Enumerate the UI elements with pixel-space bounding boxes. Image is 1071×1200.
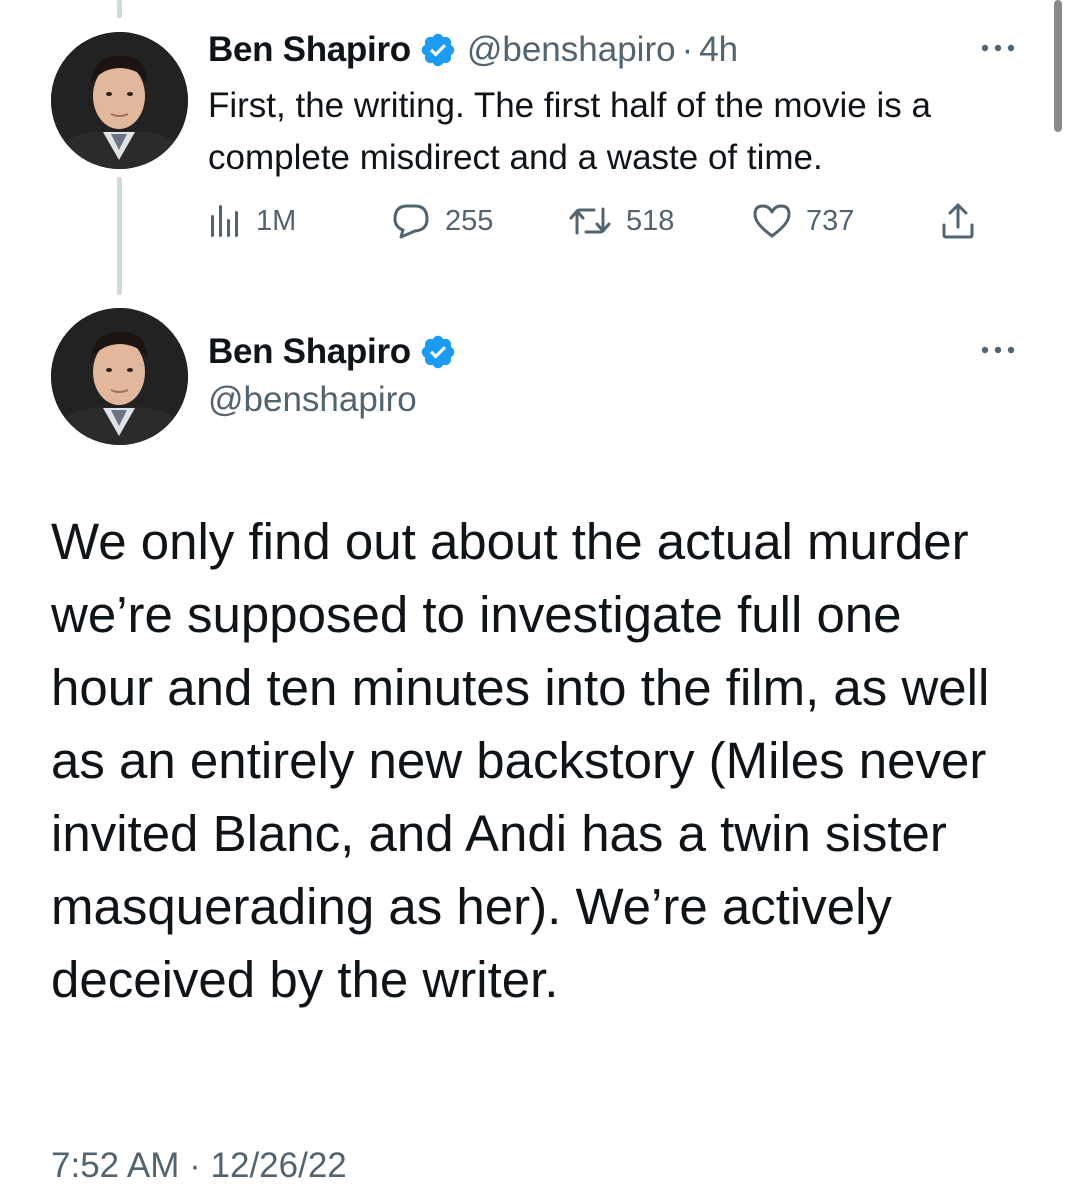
more-options-icon[interactable] bbox=[976, 38, 1020, 58]
avatar[interactable] bbox=[51, 32, 188, 169]
avatar-photo bbox=[51, 32, 188, 169]
separator-dot: · bbox=[681, 30, 694, 69]
reply-count: 255 bbox=[445, 204, 494, 237]
author-name[interactable]: Ben Shapiro bbox=[208, 30, 411, 70]
verified-badge-icon bbox=[419, 333, 457, 371]
reply-speech-bubble-icon bbox=[391, 202, 431, 240]
scrollbar-thumb[interactable] bbox=[1054, 0, 1062, 132]
retweet-button[interactable]: 518 bbox=[568, 198, 674, 244]
retweet-arrows-icon bbox=[568, 203, 612, 239]
avatar-photo bbox=[51, 308, 188, 445]
tweet-time-ago[interactable]: 4h bbox=[699, 30, 738, 70]
avatar[interactable] bbox=[51, 308, 188, 445]
views-bar-chart-icon bbox=[208, 203, 242, 239]
thread-connector bbox=[117, 177, 122, 295]
share-upload-icon bbox=[940, 201, 976, 241]
thread-connector-top bbox=[117, 0, 122, 18]
main-tweet-text: We only find out about the actual murder… bbox=[51, 513, 990, 1008]
tweet-timestamp[interactable]: 7:52 AM · 12/26/22 bbox=[51, 1146, 347, 1186]
like-count: 737 bbox=[806, 204, 855, 237]
retweet-count: 518 bbox=[626, 204, 675, 237]
views-count: 1M bbox=[256, 204, 297, 237]
tweet-action-bar: 1M 255 518 737 bbox=[208, 198, 998, 244]
author-handle[interactable]: @benshapiro bbox=[467, 30, 676, 70]
verified-badge-icon bbox=[419, 31, 457, 69]
more-options-icon[interactable] bbox=[976, 340, 1020, 360]
like-button[interactable]: 737 bbox=[752, 198, 854, 244]
heart-icon bbox=[752, 203, 792, 239]
share-button[interactable] bbox=[940, 198, 976, 244]
views-button[interactable]: 1M bbox=[208, 198, 296, 244]
main-tweet-header: Ben Shapiro @benshapiro bbox=[208, 330, 467, 420]
author-name[interactable]: Ben Shapiro bbox=[208, 332, 411, 372]
author-handle[interactable]: @benshapiro bbox=[208, 380, 467, 420]
reply-tweet-text: First, the writing. The first half of th… bbox=[208, 86, 931, 177]
reply-tweet-header: Ben Shapiro @benshapiro · 4h bbox=[208, 28, 738, 72]
reply-button[interactable]: 255 bbox=[391, 198, 493, 244]
